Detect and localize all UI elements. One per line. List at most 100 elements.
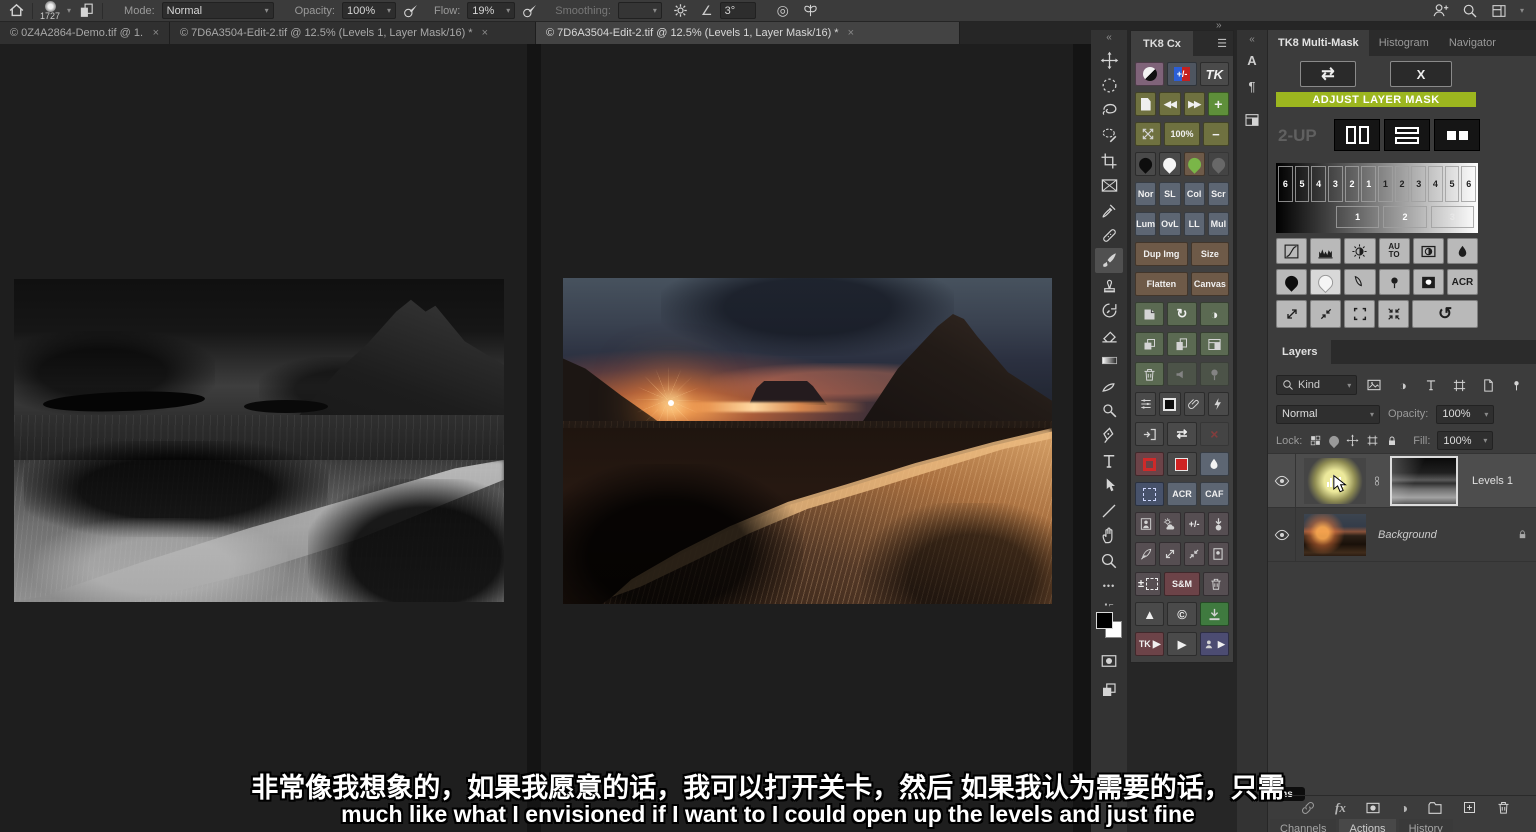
batch-people-button[interactable]: ▶: [1200, 632, 1229, 656]
red-frame-button[interactable]: [1135, 452, 1164, 476]
fill-select[interactable]: 100%▾: [1437, 431, 1493, 450]
expand-mask-button[interactable]: [1276, 300, 1307, 328]
saturation-drop-button[interactable]: [1200, 452, 1229, 476]
plus-minus-button[interactable]: +/-: [1184, 512, 1205, 536]
acr-button[interactable]: ACR: [1167, 482, 1196, 506]
layer-mask-thumbnail[interactable]: [1392, 458, 1456, 504]
auto-adjust-button[interactable]: AUTO: [1379, 238, 1410, 264]
midtones-2-zone[interactable]: 2: [1383, 206, 1426, 228]
layer-row-levels[interactable]: Levels 1: [1268, 454, 1536, 508]
plus-minus-adjust-button[interactable]: +/-: [1167, 62, 1196, 86]
darks-4-zone[interactable]: 4: [1311, 166, 1326, 202]
curves-button[interactable]: [1276, 238, 1307, 264]
layer-name[interactable]: Levels 1: [1472, 475, 1513, 487]
layer-thumbnail[interactable]: [1304, 514, 1366, 556]
darks-3-zone[interactable]: 3: [1328, 166, 1343, 202]
layer-name[interactable]: Background: [1378, 529, 1437, 541]
airbrush-icon[interactable]: [522, 3, 538, 19]
close-icon[interactable]: ×: [848, 27, 854, 39]
filter-type-icon[interactable]: [1420, 375, 1442, 395]
document-tab-active[interactable]: © 7D6A3504-Edit-2.tif @ 12.5% (Levels 1,…: [536, 22, 960, 44]
white-brush-button[interactable]: [1159, 152, 1180, 176]
window-arrange-button[interactable]: [1200, 332, 1229, 356]
copy-merged-button[interactable]: [1135, 332, 1164, 356]
panel-menu-icon[interactable]: ☰: [1211, 37, 1233, 50]
object-selection-tool[interactable]: [1095, 123, 1123, 148]
blend-multiply-button[interactable]: Mul: [1208, 212, 1229, 236]
adjustment-layer-thumbnail[interactable]: [1304, 458, 1366, 504]
blend-normal-button[interactable]: Nor: [1135, 182, 1156, 206]
view-2up-windows-button[interactable]: [1434, 119, 1480, 151]
invert-button[interactable]: [1413, 238, 1444, 264]
selection-frame-button[interactable]: [1135, 482, 1164, 506]
collapse-panel-icon[interactable]: «: [1249, 34, 1255, 45]
document-tab[interactable]: © 0Z4A2864-Demo.tif @ 1...×: [0, 22, 170, 44]
frame-corners-button[interactable]: [1344, 300, 1375, 328]
foreground-color-swatch[interactable]: [1096, 612, 1113, 629]
invert-contrast-button[interactable]: ◑: [1200, 302, 1229, 326]
lock-position-icon[interactable]: [1346, 434, 1359, 447]
reset-undo-button[interactable]: ↺: [1412, 300, 1478, 328]
lights-3-zone[interactable]: 3: [1411, 166, 1426, 202]
lights-2-zone[interactable]: 2: [1395, 166, 1410, 202]
history-brush-tool[interactable]: [1095, 298, 1123, 323]
mask-link-icon[interactable]: [1372, 472, 1382, 490]
more-tools-icon[interactable]: •••: [1095, 573, 1123, 598]
delete-selection-button[interactable]: [1203, 572, 1229, 596]
midtones-1-zone[interactable]: 1: [1336, 206, 1379, 228]
tab-histogram[interactable]: Histogram: [1369, 30, 1439, 56]
brush-settings-panel-toggle[interactable]: [78, 2, 95, 19]
mask-swap-button[interactable]: ⇄: [1300, 61, 1356, 87]
burn-button[interactable]: [1379, 269, 1410, 295]
dodge-tool[interactable]: [1095, 398, 1123, 423]
flash-button[interactable]: [1208, 392, 1229, 416]
swap-button[interactable]: ⇄: [1167, 422, 1196, 446]
burn-button[interactable]: [1200, 362, 1229, 386]
tk-actions-button[interactable]: TK▶: [1135, 632, 1164, 656]
expand-panel-icon[interactable]: »: [1216, 20, 1222, 31]
dup-img-button[interactable]: Dup Img: [1135, 242, 1188, 266]
canvas-button[interactable]: Canvas: [1191, 272, 1229, 296]
mask-close-button[interactable]: X: [1390, 61, 1452, 87]
close-icon[interactable]: ×: [153, 27, 159, 39]
filter-adjustment-icon[interactable]: ◑: [1392, 375, 1414, 395]
play-button[interactable]: ▶: [1167, 632, 1196, 656]
smart-mask-button[interactable]: S&M: [1164, 572, 1200, 596]
document-tab[interactable]: © 7D6A3504-Edit-2.tif @ 12.5% (Levels 1,…: [170, 22, 536, 44]
path-select-tool[interactable]: [1095, 473, 1123, 498]
midtones-3-zone[interactable]: 3: [1431, 206, 1474, 228]
properties-panel-icon[interactable]: [1240, 109, 1264, 131]
lock-all-icon[interactable]: [1386, 435, 1398, 447]
mask-view-button[interactable]: [1413, 269, 1444, 295]
black-fill-button[interactable]: [1159, 392, 1180, 416]
mask-preview-image[interactable]: [14, 279, 504, 602]
quick-mask-icon[interactable]: [1095, 648, 1123, 673]
brush-angle-value[interactable]: 3°: [720, 2, 756, 19]
mask-preview-button[interactable]: [1135, 62, 1164, 86]
speaker-button[interactable]: [1167, 362, 1196, 386]
flow-select[interactable]: 19%▾: [467, 2, 515, 19]
eraser-tool[interactable]: [1095, 323, 1123, 348]
sunset-photo-image[interactable]: [563, 278, 1052, 604]
copyright-button[interactable]: ©: [1167, 602, 1196, 626]
layer-row-background[interactable]: Background: [1268, 508, 1536, 562]
smudge-tool[interactable]: [1095, 373, 1123, 398]
mode-select[interactable]: Normal▾: [162, 2, 274, 19]
blend-sl-button[interactable]: SL: [1159, 182, 1180, 206]
darks-2-zone[interactable]: 2: [1345, 166, 1360, 202]
paste-doc-button[interactable]: [1167, 332, 1196, 356]
pen-tool[interactable]: [1095, 423, 1123, 448]
gray-brush-button[interactable]: [1208, 152, 1229, 176]
healing-brush-tool[interactable]: [1095, 223, 1123, 248]
tab-tk8-multi-mask[interactable]: TK8 Multi-Mask: [1268, 30, 1369, 56]
fit-screen-button[interactable]: [1135, 122, 1161, 146]
acr-button[interactable]: ACR: [1447, 269, 1478, 295]
lasso-tool[interactable]: [1095, 98, 1123, 123]
blend-ll-button[interactable]: LL: [1184, 212, 1205, 236]
lights-1-zone[interactable]: 1: [1378, 166, 1393, 202]
black-brush-button[interactable]: [1135, 152, 1156, 176]
brush-preset-picker[interactable]: 1727: [40, 1, 60, 21]
step-forward-button[interactable]: ▶▶: [1184, 92, 1205, 116]
blend-color-button[interactable]: Col: [1184, 182, 1205, 206]
black-brush-button[interactable]: [1276, 269, 1307, 295]
